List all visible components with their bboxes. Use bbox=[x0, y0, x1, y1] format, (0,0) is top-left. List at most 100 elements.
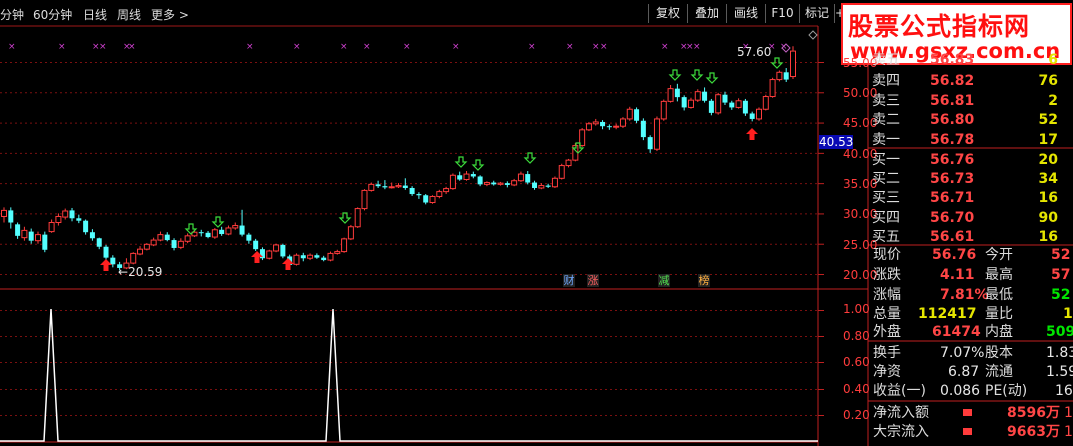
candle-body bbox=[538, 185, 545, 189]
candle-body bbox=[416, 194, 422, 196]
stat-label: 涨跌 bbox=[873, 267, 901, 283]
candle-body bbox=[660, 100, 667, 120]
candle-body bbox=[96, 238, 102, 247]
stat-eps: 0.086 bbox=[940, 383, 981, 399]
bid-level-label: 买三 bbox=[872, 190, 900, 206]
bid-volume: 16 bbox=[1038, 190, 1058, 206]
candle-body bbox=[409, 187, 415, 195]
ask-price: 56.80 bbox=[930, 112, 975, 128]
diamond-marker bbox=[808, 30, 818, 40]
stat-block-inflow-extra: 1 bbox=[1064, 424, 1073, 440]
cross-marker: × bbox=[566, 42, 574, 52]
candle-body bbox=[395, 185, 402, 188]
stat-low: 52 bbox=[1051, 287, 1071, 303]
candle-body bbox=[177, 240, 184, 248]
ask-level-label: 卖三 bbox=[872, 93, 900, 109]
sell-arrow-icon bbox=[471, 159, 485, 171]
stat-label: 外盘 bbox=[873, 324, 901, 340]
ask-price: 56.81 bbox=[930, 93, 975, 109]
candle-body bbox=[606, 126, 612, 128]
stat-label: 现价 bbox=[873, 247, 901, 263]
candle-body bbox=[436, 191, 443, 197]
candle-body bbox=[762, 96, 769, 110]
candle-body bbox=[368, 183, 375, 191]
buy-arrow-icon bbox=[282, 258, 294, 270]
candle-body bbox=[551, 177, 558, 188]
candle-body bbox=[783, 72, 789, 80]
candle-body bbox=[449, 174, 456, 190]
candle-body bbox=[1, 209, 7, 217]
stat-label: 最高 bbox=[985, 267, 1013, 283]
stat-last-price: 56.76 bbox=[932, 247, 977, 263]
candle-body bbox=[246, 234, 252, 241]
buy-arrow-icon bbox=[100, 259, 112, 271]
cross-marker: × bbox=[452, 42, 460, 52]
ask-level-label: 卖一 bbox=[872, 132, 900, 148]
stat-label: 大宗流入 bbox=[873, 424, 929, 440]
stat-label: 收益(一) bbox=[873, 383, 926, 399]
cross-marker: × bbox=[128, 42, 136, 52]
sell-arrow-icon bbox=[705, 72, 719, 84]
cross-marker: × bbox=[293, 42, 301, 52]
badge-list[interactable]: 榜 bbox=[698, 274, 710, 287]
sell-arrow-icon bbox=[454, 156, 468, 168]
stat-label: 总量 bbox=[873, 306, 901, 322]
candle-body bbox=[640, 120, 646, 138]
stat-label: 流通 bbox=[985, 364, 1013, 380]
stat-label: 量比 bbox=[985, 306, 1013, 322]
stat-net-assets: 6.87 bbox=[948, 364, 980, 380]
cross-marker: × bbox=[528, 42, 536, 52]
candle-body bbox=[545, 185, 551, 187]
low-price-value: 20.59 bbox=[128, 265, 163, 279]
watermark-title: 股票公式指标网 bbox=[848, 12, 1031, 41]
badge-finance[interactable]: 财 bbox=[563, 274, 575, 287]
ask-volume: 52 bbox=[1038, 112, 1058, 128]
candle-body bbox=[429, 195, 436, 204]
candle-body bbox=[110, 257, 116, 265]
sub-axis-label: 0.40 bbox=[843, 382, 870, 396]
candle-body bbox=[667, 88, 674, 102]
candle-body bbox=[423, 195, 429, 203]
stat-label: 股本 bbox=[985, 345, 1013, 361]
bid-volume: 90 bbox=[1038, 210, 1058, 226]
stat-pe: 16 bbox=[1055, 383, 1073, 399]
candle-body bbox=[334, 251, 341, 254]
candle-body bbox=[742, 100, 748, 114]
stat-change-pct: 7.81% bbox=[940, 287, 989, 303]
stat-label: 涨幅 bbox=[873, 287, 901, 303]
stat-change: 4.11 bbox=[940, 267, 975, 283]
candle-body bbox=[613, 125, 620, 128]
bid-level-label: 买一 bbox=[872, 152, 900, 168]
bid-level-label: 买四 bbox=[872, 210, 900, 226]
sell-arrow-icon bbox=[690, 69, 704, 81]
candle-body bbox=[361, 189, 368, 210]
stat-volume: 112417 bbox=[918, 306, 977, 322]
candle-body bbox=[327, 252, 334, 261]
ask-price: 56.78 bbox=[930, 132, 975, 148]
ask-level-label: 卖四 bbox=[872, 73, 900, 89]
badge-reduce[interactable]: 减 bbox=[658, 274, 670, 287]
candle-body bbox=[347, 226, 354, 240]
candle-body bbox=[83, 220, 89, 233]
stat-net-inflow: 8596万 bbox=[1007, 405, 1060, 421]
bid-price: 56.71 bbox=[930, 190, 975, 206]
candle-body bbox=[463, 173, 470, 181]
sell-arrow-icon bbox=[211, 216, 225, 228]
candle-body bbox=[382, 186, 388, 188]
candle-body bbox=[694, 91, 701, 101]
badge-rise[interactable]: 涨 bbox=[587, 274, 599, 287]
candle-body bbox=[253, 240, 259, 250]
candle-body bbox=[755, 108, 762, 120]
sell-arrow-icon bbox=[523, 152, 537, 164]
candle-body bbox=[532, 182, 538, 188]
stat-label: 最低 bbox=[985, 287, 1013, 303]
stat-float: 1.59 bbox=[1046, 364, 1073, 380]
candle-body bbox=[619, 118, 626, 127]
candle-body bbox=[708, 100, 714, 113]
candle-body bbox=[354, 208, 361, 228]
candle-body bbox=[273, 244, 280, 252]
stat-capital: 1.83 bbox=[1046, 345, 1073, 361]
candle-body bbox=[35, 234, 42, 242]
candle-body bbox=[585, 123, 592, 131]
candle-body bbox=[225, 227, 232, 235]
